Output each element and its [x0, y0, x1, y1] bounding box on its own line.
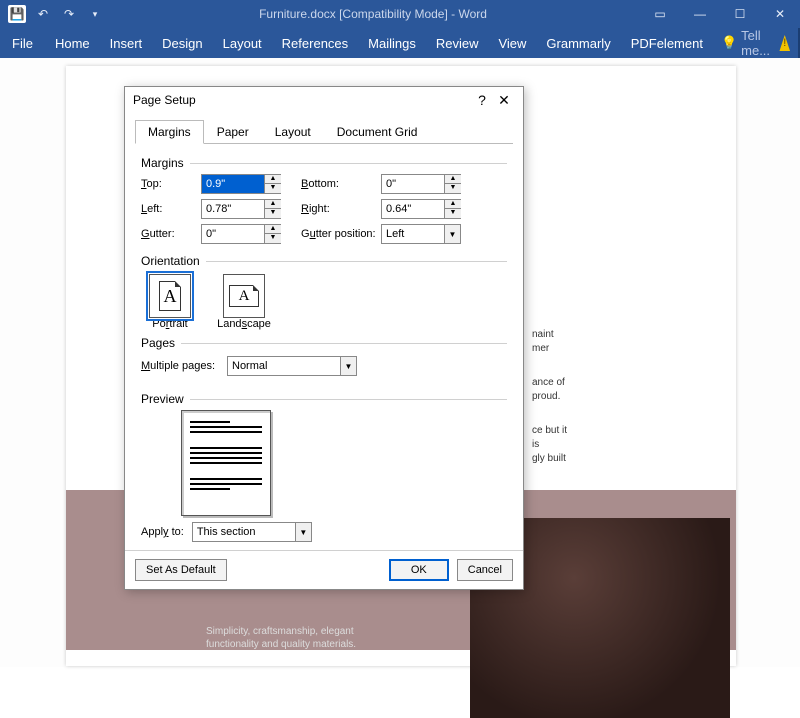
tab-review[interactable]: Review: [426, 28, 489, 58]
titlebar: 💾 ↶ ↷ ▾ Furniture.docx [Compatibility Mo…: [0, 0, 800, 28]
spin-down[interactable]: ▼: [265, 184, 281, 193]
maximize-button[interactable]: ☐: [720, 0, 760, 28]
redo-button[interactable]: ↷: [58, 3, 80, 25]
bottom-margin-input[interactable]: ▲▼: [381, 174, 461, 194]
dialog-tab-layout[interactable]: Layout: [262, 120, 324, 144]
dialog-tab-document-grid[interactable]: Document Grid: [324, 120, 431, 144]
dialog-tab-margins[interactable]: Margins: [135, 120, 204, 144]
qat: 💾 ↶ ↷ ▾: [0, 3, 106, 25]
section-preview-label: Preview: [141, 392, 507, 406]
save-button[interactable]: 💾: [6, 3, 28, 25]
document-text-fragment: naint mer ance of proud. ce but it is gl…: [532, 328, 572, 466]
cancel-button[interactable]: Cancel: [457, 559, 513, 581]
spin-down[interactable]: ▼: [265, 234, 281, 243]
window-title: Furniture.docx [Compatibility Mode] - Wo…: [106, 7, 640, 21]
ribbon-tabs: Home Insert Design Layout References Mai…: [45, 28, 713, 58]
tell-me-search[interactable]: 💡 Tell me... !: [713, 28, 798, 58]
spin-down[interactable]: ▼: [445, 184, 461, 193]
portrait-icon: A: [149, 274, 191, 318]
orientation-portrait[interactable]: A Portrait: [141, 274, 199, 330]
top-margin-field[interactable]: [202, 175, 264, 193]
spin-down[interactable]: ▼: [265, 209, 281, 218]
spin-up[interactable]: ▲: [265, 200, 281, 209]
apply-to-combo[interactable]: This section ▼: [192, 522, 312, 542]
gutter-field[interactable]: [202, 225, 264, 243]
preview-thumbnail: [181, 410, 271, 516]
spin-up[interactable]: ▲: [445, 175, 461, 184]
tab-references[interactable]: References: [272, 28, 358, 58]
window-controls: ▭ — ☐ ✕: [640, 0, 800, 28]
multiple-pages-combo[interactable]: Normal ▼: [227, 356, 357, 376]
right-margin-input[interactable]: ▲▼: [381, 199, 461, 219]
label-bottom: Bottom:: [291, 178, 381, 190]
dialog-tabs: Margins Paper Layout Document Grid: [135, 119, 513, 144]
label-gutter: Gutter:: [141, 228, 201, 240]
spin-down[interactable]: ▼: [445, 209, 461, 218]
set-as-default-button[interactable]: Set As Default: [135, 559, 227, 581]
tell-me-label: Tell me...: [741, 28, 775, 58]
label-top: Top:: [141, 178, 201, 190]
chevron-down-icon[interactable]: ▼: [444, 225, 460, 243]
section-orientation-label: Orientation: [141, 254, 507, 268]
tab-insert[interactable]: Insert: [100, 28, 153, 58]
close-window-button[interactable]: ✕: [760, 0, 800, 28]
landscape-icon: A: [223, 274, 265, 318]
spin-up[interactable]: ▲: [445, 200, 461, 209]
tab-pdfelement[interactable]: PDFelement: [621, 28, 713, 58]
section-pages-label: Pages: [141, 336, 507, 350]
lightbulb-icon: 💡: [721, 35, 737, 51]
dialog-titlebar[interactable]: Page Setup ? ✕: [125, 87, 523, 113]
dialog-help-button[interactable]: ?: [471, 92, 493, 108]
dialog-close-button[interactable]: ✕: [493, 92, 515, 109]
warning-icon: !: [779, 35, 790, 51]
left-margin-field[interactable]: [202, 200, 264, 218]
dialog-tab-paper[interactable]: Paper: [204, 120, 262, 144]
tab-view[interactable]: View: [488, 28, 536, 58]
undo-button[interactable]: ↶: [32, 3, 54, 25]
tab-layout[interactable]: Layout: [213, 28, 272, 58]
label-right: Right:: [291, 203, 381, 215]
qat-customize[interactable]: ▾: [84, 3, 106, 25]
spin-up[interactable]: ▲: [265, 225, 281, 234]
label-gutter-position: Gutter position:: [291, 228, 381, 240]
dialog-footer: Set As Default OK Cancel: [125, 550, 523, 589]
chevron-down-icon[interactable]: ▼: [340, 357, 356, 375]
file-tab[interactable]: File: [0, 28, 45, 58]
orientation-landscape[interactable]: A Landscape: [215, 274, 273, 330]
spin-up[interactable]: ▲: [265, 175, 281, 184]
left-margin-input[interactable]: ▲▼: [201, 199, 281, 219]
orientation-row: A Portrait A Landscape: [141, 274, 507, 330]
dialog-title: Page Setup: [133, 93, 471, 107]
ribbon: File Home Insert Design Layout Reference…: [0, 28, 800, 58]
ok-button[interactable]: OK: [389, 559, 449, 581]
tab-grammarly[interactable]: Grammarly: [536, 28, 620, 58]
tab-design[interactable]: Design: [152, 28, 212, 58]
gutter-position-value: Left: [382, 225, 444, 243]
document-caption: Simplicity, craftsmanship, elegant funct…: [206, 625, 356, 651]
bottom-margin-field[interactable]: [382, 175, 444, 193]
top-margin-input[interactable]: ▲▼: [201, 174, 281, 194]
ribbon-options-button[interactable]: ▭: [640, 0, 680, 28]
page-setup-dialog: Page Setup ? ✕ Margins Paper Layout Docu…: [124, 86, 524, 590]
margins-grid: Top: ▲▼ Bottom: ▲▼ Left: ▲▼ Right: ▲▼ Gu…: [141, 174, 507, 244]
label-apply-to: Apply to:: [141, 526, 184, 538]
right-margin-field[interactable]: [382, 200, 444, 218]
section-margins-label: Margins: [141, 156, 507, 170]
tab-mailings[interactable]: Mailings: [358, 28, 426, 58]
apply-to-value: This section: [193, 523, 295, 541]
portrait-label: Portrait: [152, 318, 187, 330]
gutter-input[interactable]: ▲▼: [201, 224, 281, 244]
multiple-pages-value: Normal: [228, 357, 340, 375]
landscape-label: Landscape: [217, 318, 271, 330]
minimize-button[interactable]: —: [680, 0, 720, 28]
chevron-down-icon[interactable]: ▼: [295, 523, 311, 541]
tab-home[interactable]: Home: [45, 28, 100, 58]
label-left: Left:: [141, 203, 201, 215]
label-multiple-pages: Multiple pages:: [141, 360, 215, 372]
gutter-position-combo[interactable]: Left ▼: [381, 224, 461, 244]
